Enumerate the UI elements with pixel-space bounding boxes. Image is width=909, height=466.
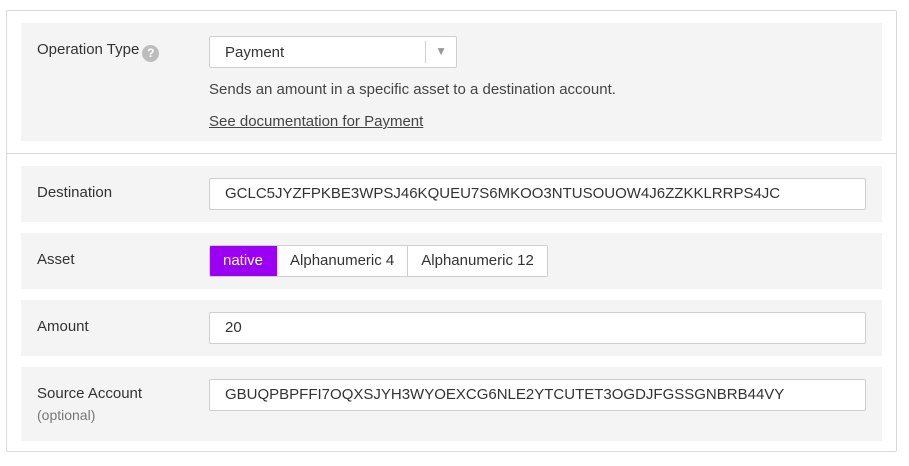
asset-option-native[interactable]: native	[210, 246, 278, 276]
documentation-link[interactable]: See documentation for Payment	[209, 113, 423, 130]
destination-label: Destination	[37, 184, 113, 201]
asset-label: Asset	[37, 251, 75, 268]
source-account-label: Source Account	[37, 385, 143, 402]
asset-option-alphanumeric-4[interactable]: Alphanumeric 4	[277, 246, 409, 276]
chevron-down-icon[interactable]: ▼	[435, 44, 447, 58]
help-icon[interactable]: ?	[142, 45, 160, 62]
destination-section: Destination GCLC5JYZFPKBE3WPSJ46KQUEU7S6…	[21, 166, 882, 222]
asset-type-selector: native Alphanumeric 4 Alphanumeric 12	[209, 245, 548, 277]
operation-type-label-row: Operation Type?	[37, 41, 160, 62]
amount-label: Amount	[37, 318, 89, 335]
amount-input[interactable]: 20	[209, 312, 866, 344]
operation-type-label: Operation Type	[37, 41, 140, 58]
source-account-input[interactable]: GBUQPBPFFI7OQXSJYH3WYOEXCG6NLE2YTCUTET3O…	[209, 379, 866, 411]
operation-form-card: Operation Type? Payment ▼ Sends an amoun…	[6, 10, 897, 452]
operation-type-select[interactable]: Payment ▼	[209, 36, 457, 68]
operation-type-selected-value: Payment	[225, 44, 285, 61]
asset-section: Asset native Alphanumeric 4 Alphanumeric…	[21, 233, 882, 289]
amount-section: Amount 20	[21, 300, 882, 356]
destination-input[interactable]: GCLC5JYZFPKBE3WPSJ46KQUEU7S6MKOO3NTUSOUO…	[209, 178, 866, 210]
source-account-optional-label: (optional)	[37, 407, 96, 423]
source-account-section: Source Account (optional) GBUQPBPFFI7OQX…	[21, 367, 882, 441]
operation-description: Sends an amount in a specific asset to a…	[209, 81, 616, 98]
asset-option-alphanumeric-12[interactable]: Alphanumeric 12	[408, 246, 547, 276]
section-divider	[7, 153, 896, 154]
operation-type-section: Operation Type? Payment ▼ Sends an amoun…	[21, 23, 882, 141]
select-divider	[425, 41, 426, 63]
